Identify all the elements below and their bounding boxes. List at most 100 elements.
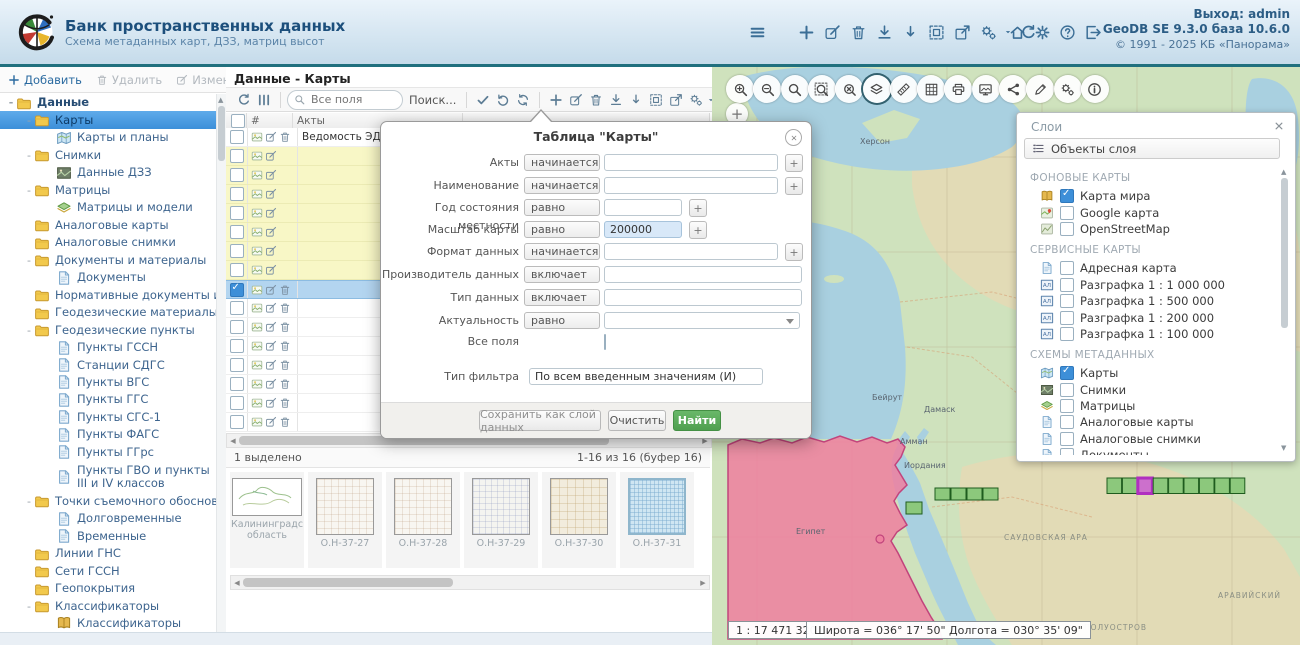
sidebar-item-классификаторы[interactable]: -Классификаторы bbox=[0, 597, 216, 614]
map-tool-ruler[interactable] bbox=[890, 75, 918, 103]
table-sync-button[interactable] bbox=[513, 90, 533, 110]
row-checkbox[interactable] bbox=[230, 225, 244, 239]
header-download-button[interactable] bbox=[873, 21, 895, 43]
row-delete-icon[interactable] bbox=[279, 284, 291, 296]
row-image-icon[interactable] bbox=[251, 416, 263, 428]
thumbnail-card[interactable]: О.Н-37-28 bbox=[386, 472, 460, 568]
logout-link[interactable]: Выход: admin bbox=[1103, 7, 1290, 22]
map-sheet-highlighted[interactable] bbox=[1138, 478, 1153, 494]
table-download-button[interactable] bbox=[606, 90, 626, 110]
row-delete-icon[interactable] bbox=[279, 359, 291, 371]
row-edit-icon[interactable] bbox=[265, 284, 277, 296]
layer-item[interactable]: Документы bbox=[1024, 447, 1280, 455]
add-condition-button[interactable]: + bbox=[689, 221, 707, 239]
row-edit-icon[interactable] bbox=[265, 321, 277, 333]
dialog-field-input[interactable]: 200000 bbox=[604, 221, 682, 238]
layer-objects-button[interactable]: Объекты слоя bbox=[1024, 138, 1280, 159]
row-edit-icon[interactable] bbox=[265, 150, 277, 162]
condition-select[interactable]: начинается bbox=[524, 177, 600, 194]
condition-select[interactable]: равно bbox=[524, 221, 600, 238]
layer-item[interactable]: АЛРазграфка 1 : 200 000 bbox=[1024, 309, 1280, 325]
row-checkbox[interactable] bbox=[230, 130, 244, 144]
map-sheet[interactable] bbox=[951, 488, 966, 500]
layer-checkbox[interactable] bbox=[1060, 222, 1074, 236]
row-edit-icon[interactable] bbox=[265, 302, 277, 314]
row-checkbox[interactable] bbox=[230, 168, 244, 182]
map-tool-share[interactable] bbox=[999, 75, 1027, 103]
header-gear-button[interactable] bbox=[1031, 21, 1053, 43]
map-sheet[interactable] bbox=[935, 488, 950, 500]
layer-checkbox[interactable] bbox=[1060, 432, 1074, 446]
table-add-button[interactable] bbox=[546, 90, 566, 110]
map-sheet[interactable] bbox=[967, 488, 982, 500]
thumbnail-card[interactable]: О.Н-37-31 bbox=[620, 472, 694, 568]
map-tool-settings[interactable] bbox=[1054, 75, 1082, 103]
sidebar-item-пункты-ггрс[interactable]: Пункты ГГрс bbox=[0, 444, 216, 461]
row-checkbox[interactable] bbox=[230, 301, 244, 315]
find-button[interactable]: Найти bbox=[673, 410, 721, 431]
layer-item[interactable]: АЛРазграфка 1 : 500 000 bbox=[1024, 293, 1280, 309]
sidebar-item-точки-съемочного-обоснования[interactable]: -Точки съемочного обоснования bbox=[0, 492, 216, 509]
map-sheet[interactable] bbox=[1107, 478, 1122, 494]
row-checkbox[interactable] bbox=[230, 244, 244, 258]
sidebar-item-аналоговые-карты[interactable]: Аналоговые карты bbox=[0, 216, 216, 233]
layer-checkbox[interactable] bbox=[1060, 448, 1074, 455]
row-checkbox[interactable] bbox=[230, 358, 244, 372]
map-tool-search[interactable] bbox=[781, 75, 809, 103]
add-button[interactable]: Добавить bbox=[8, 73, 82, 87]
table-refresh-button[interactable] bbox=[234, 90, 254, 110]
thumbnail-card[interactable]: О.Н-37-29 bbox=[464, 472, 538, 568]
layer-item[interactable]: Снимки bbox=[1024, 382, 1280, 398]
map-sheet[interactable] bbox=[1122, 478, 1137, 494]
row-checkbox[interactable] bbox=[230, 206, 244, 220]
sidebar-item-геопокрытия[interactable]: Геопокрытия bbox=[0, 580, 216, 597]
row-image-icon[interactable] bbox=[251, 302, 263, 314]
header-external-open-button[interactable] bbox=[951, 21, 973, 43]
add-condition-button[interactable]: + bbox=[785, 177, 803, 195]
search-input[interactable] bbox=[309, 92, 396, 107]
sidebar-item-нормативные-документы-и-иное[interactable]: Нормативные документы и иное bbox=[0, 286, 216, 303]
row-delete-icon[interactable] bbox=[279, 321, 291, 333]
row-image-icon[interactable] bbox=[251, 378, 263, 390]
row-image-icon[interactable] bbox=[251, 264, 263, 276]
map-sheet[interactable] bbox=[906, 502, 922, 514]
header-help-button[interactable] bbox=[1056, 21, 1078, 43]
row-checkbox[interactable] bbox=[230, 339, 244, 353]
sidebar-item-сети-гссн[interactable]: Сети ГССН bbox=[0, 562, 216, 579]
layer-item[interactable]: Google карта bbox=[1024, 204, 1280, 220]
sidebar-item-пункты-сгс-1[interactable]: Пункты СГС-1 bbox=[0, 409, 216, 426]
row-image-icon[interactable] bbox=[251, 150, 263, 162]
row-checkbox[interactable] bbox=[230, 149, 244, 163]
sidebar-item-матрицы-и-модели[interactable]: Матрицы и модели bbox=[0, 199, 216, 216]
add-condition-button[interactable]: + bbox=[785, 154, 803, 172]
sidebar-item-пункты-фагс[interactable]: Пункты ФАГС bbox=[0, 426, 216, 443]
search-link[interactable]: Поиск... bbox=[409, 93, 456, 107]
map-sheet[interactable] bbox=[1230, 478, 1245, 494]
layer-checkbox[interactable] bbox=[1060, 206, 1074, 220]
row-checkbox[interactable] bbox=[230, 263, 244, 277]
sidebar-item-карты-и-планы[interactable]: Карты и планы bbox=[0, 129, 216, 146]
thumbnail-hscrollbar[interactable]: ◀▶ bbox=[230, 575, 710, 590]
map-tool-screen[interactable] bbox=[972, 75, 1000, 103]
layer-item[interactable]: Адресная карта bbox=[1024, 260, 1280, 276]
sidebar-item-долговременные[interactable]: Долговременные bbox=[0, 510, 216, 527]
clear-button[interactable]: Очистить bbox=[608, 410, 666, 431]
row-checkbox[interactable] bbox=[230, 320, 244, 334]
delete-button[interactable]: Удалить bbox=[96, 73, 162, 87]
layer-checkbox[interactable] bbox=[1060, 399, 1074, 413]
table-check-button[interactable] bbox=[473, 90, 493, 110]
row-edit-icon[interactable] bbox=[265, 226, 277, 238]
row-checkbox[interactable] bbox=[230, 283, 244, 297]
condition-select[interactable]: начинается bbox=[524, 154, 600, 171]
header-delete-button[interactable] bbox=[847, 21, 869, 43]
map-tool-grid[interactable] bbox=[917, 75, 945, 103]
map-tool-layers[interactable] bbox=[863, 75, 891, 103]
row-edit-icon[interactable] bbox=[265, 359, 277, 371]
save-as-layer-button[interactable]: Сохранить как слой данных bbox=[479, 410, 601, 431]
layers-scrollbar[interactable]: ▲ ▼ bbox=[1281, 168, 1289, 452]
sidebar-item-документы[interactable]: Документы bbox=[0, 269, 216, 286]
layer-checkbox[interactable] bbox=[1060, 415, 1074, 429]
header-home-button[interactable] bbox=[1006, 21, 1028, 43]
row-image-icon[interactable] bbox=[251, 131, 263, 143]
row-edit-icon[interactable] bbox=[265, 169, 277, 181]
